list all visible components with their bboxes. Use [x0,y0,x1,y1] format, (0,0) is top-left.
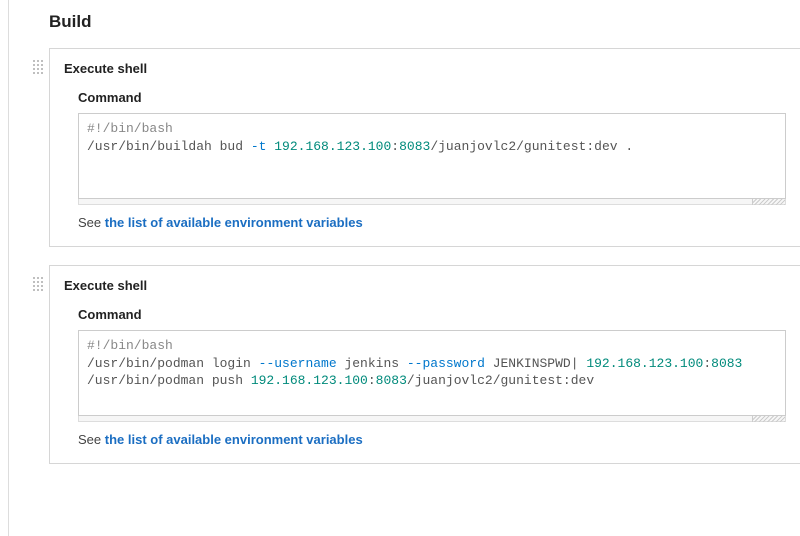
section-title: Build [9,0,800,42]
help-text: See the list of available environment va… [78,215,786,230]
help-text: See the list of available environment va… [78,432,786,447]
build-step: Execute shell Command #!/bin/bash /usr/bin… [49,265,800,464]
command-label: Command [78,90,786,105]
textarea-resizer[interactable] [78,199,786,205]
env-vars-link[interactable]: the list of available environment variab… [105,432,363,447]
build-steps-container: Execute shell Command #!/bin/bash /usr/bin… [9,48,800,464]
env-vars-link[interactable]: the list of available environment variab… [105,215,363,230]
build-config-page: Build Execute shell Command #!/bin/bash /u… [8,0,800,536]
build-step: Execute shell Command #!/bin/bash /usr/bin… [49,48,800,247]
step-title: Execute shell [64,61,786,76]
command-textarea[interactable]: #!/bin/bash /usr/bin/podman login --user… [78,330,786,416]
drag-handle-icon[interactable] [32,276,44,292]
drag-handle-icon[interactable] [32,59,44,75]
command-textarea[interactable]: #!/bin/bash /usr/bin/buildah bud -t 192.… [78,113,786,199]
step-title: Execute shell [64,278,786,293]
textarea-resizer[interactable] [78,416,786,422]
command-label: Command [78,307,786,322]
